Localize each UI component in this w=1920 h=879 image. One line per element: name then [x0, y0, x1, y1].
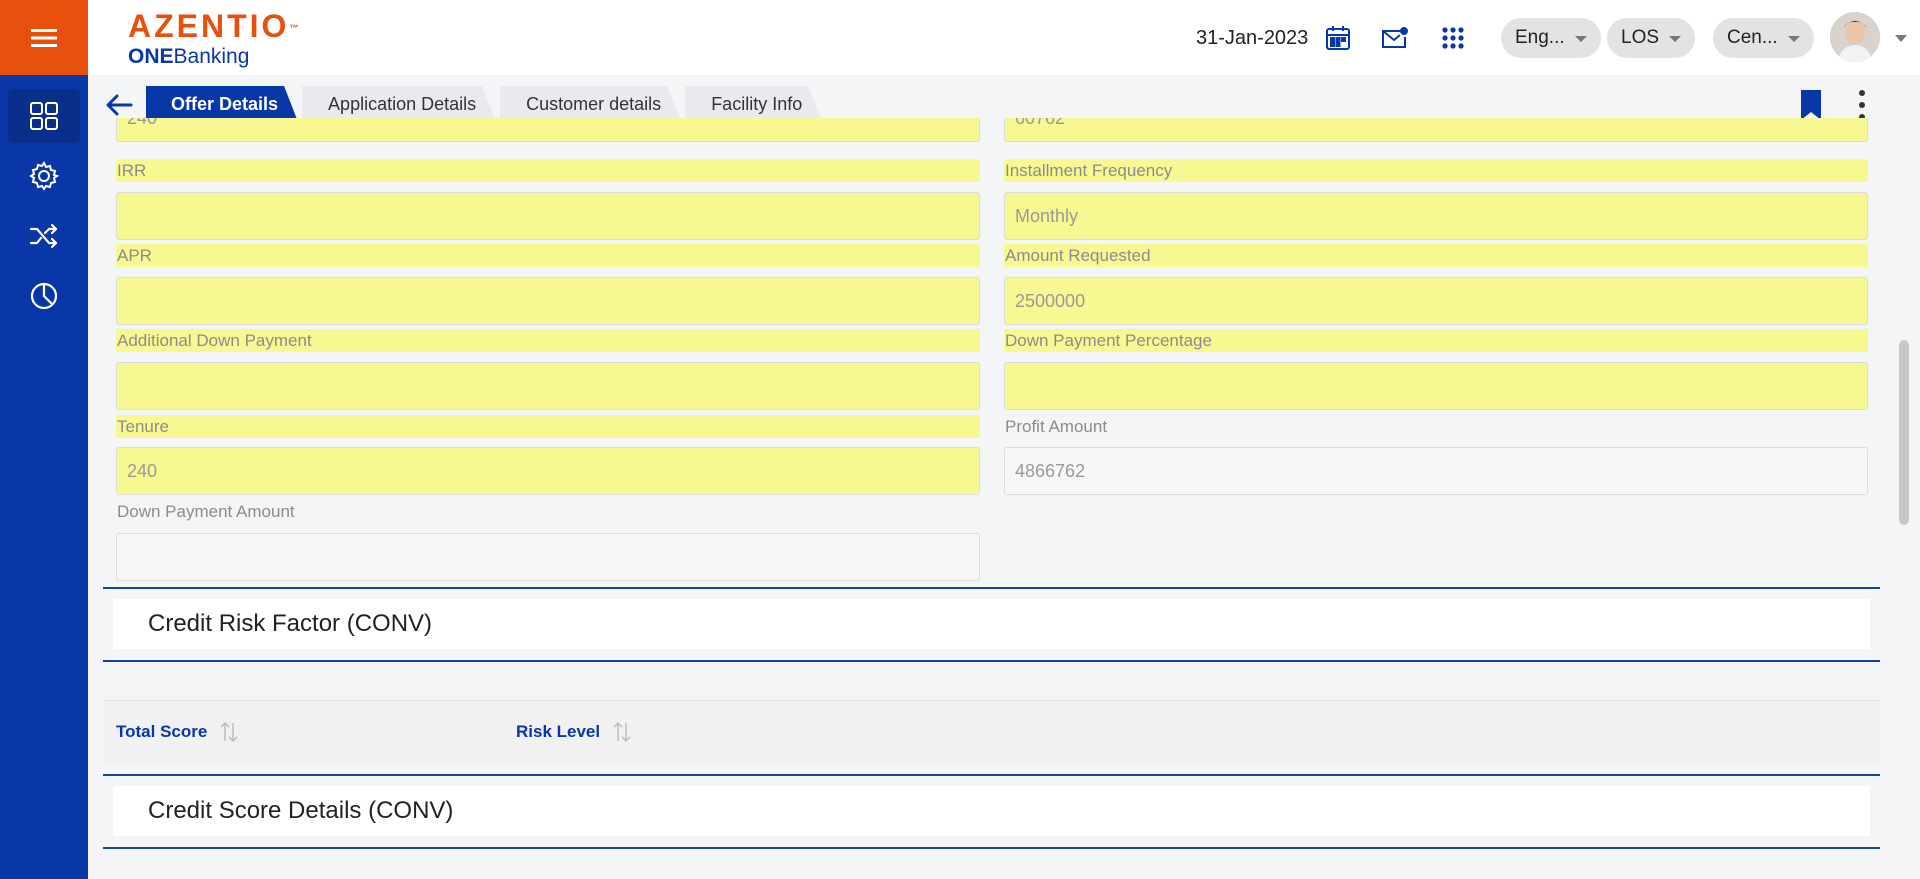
language-dropdown[interactable]: Eng... [1501, 18, 1601, 58]
irr-label: IRR [116, 159, 980, 182]
profit-amount-field[interactable] [1004, 447, 1868, 495]
more-options-button[interactable] [1848, 88, 1876, 122]
azentio-logo: AZENTIO™ ONEBanking [128, 10, 298, 68]
apps-button[interactable] [1438, 23, 1468, 53]
module-value: LOS [1621, 27, 1660, 48]
bookmark-icon [1801, 90, 1821, 120]
nav-dashboard[interactable] [8, 89, 80, 143]
more-vertical-icon [1859, 90, 1865, 96]
language-value: Eng... [1515, 27, 1565, 48]
business-date: 31-Jan-2023 [1196, 27, 1309, 49]
apr-label: APR [116, 244, 980, 267]
calendar-button[interactable] [1323, 23, 1353, 53]
installment-frequency-field[interactable] [1004, 192, 1868, 240]
arrow-left-icon [106, 94, 133, 116]
chevron-down-icon [1787, 36, 1800, 42]
branch-dropdown[interactable]: Cen... [1713, 18, 1814, 58]
trademark: ™ [289, 23, 299, 33]
amount-requested-label: Amount Requested [1004, 244, 1868, 267]
tenure-field[interactable] [116, 447, 980, 495]
profit-amount-label: Profit Amount [1005, 417, 1108, 436]
gear-icon [29, 161, 59, 191]
top-header: AZENTIO™ ONEBanking 31-Jan-2023 Eng... L… [88, 0, 1920, 75]
down-payment-amount-field[interactable] [116, 533, 980, 581]
tab-facility-info[interactable]: Facility Info [685, 86, 822, 122]
top-right-field[interactable] [1004, 118, 1868, 142]
credit-score-details-title: Credit Score Details (CONV) [113, 786, 1870, 836]
left-nav-rail [0, 0, 88, 879]
hamburger-menu-button[interactable] [0, 0, 88, 75]
column-risk-level[interactable]: Risk Level [516, 721, 632, 743]
tab-customer-details[interactable]: Customer details [500, 86, 681, 122]
module-dropdown[interactable]: LOS [1607, 18, 1696, 58]
chevron-down-icon [1669, 36, 1682, 42]
sort-icon [613, 721, 631, 743]
down-payment-amount-label: Down Payment Amount [117, 502, 295, 521]
column-total-score-label: Total Score [116, 722, 208, 741]
bookmark-button[interactable] [1799, 89, 1823, 121]
user-menu-chevron-icon[interactable] [1895, 35, 1907, 42]
tenure-label: Tenure [116, 415, 980, 438]
amount-requested-field[interactable] [1004, 277, 1868, 325]
calendar-icon [1326, 26, 1350, 50]
installment-frequency-label: Installment Frequency [1004, 159, 1868, 182]
mail-button[interactable] [1379, 23, 1409, 53]
credit-risk-factor-section[interactable]: Credit Risk Factor (CONV) [103, 587, 1880, 662]
risk-table-header: Total Score Risk Level [103, 700, 1880, 763]
user-avatar[interactable] [1830, 12, 1880, 62]
credit-risk-factor-title: Credit Risk Factor (CONV) [113, 599, 1870, 649]
page-scrollbar[interactable] [1899, 340, 1909, 525]
column-risk-level-label: Risk Level [516, 722, 601, 741]
column-total-score[interactable]: Total Score [116, 721, 239, 743]
down-payment-percentage-label: Down Payment Percentage [1004, 329, 1868, 352]
branch-value: Cen... [1727, 27, 1778, 48]
credit-score-details-section[interactable]: Credit Score Details (CONV) [103, 774, 1880, 849]
additional-down-payment-label: Additional Down Payment [116, 329, 980, 352]
sort-icon [220, 721, 238, 743]
nav-workflow[interactable] [8, 209, 80, 263]
offer-details-form: IRR Installment Frequency APR Amount Req… [103, 118, 1880, 879]
user-photo-icon [1830, 12, 1880, 62]
brand-banking: Banking [173, 45, 250, 68]
tab-application-details[interactable]: Application Details [302, 86, 496, 122]
pie-chart-icon [30, 282, 58, 310]
brand-name: AZENTIO [128, 8, 290, 44]
apps-grid-icon [1442, 27, 1464, 49]
brand-one: ONE [128, 45, 174, 68]
tab-offer-details[interactable]: Offer Details [146, 86, 298, 122]
back-button[interactable] [100, 88, 138, 122]
hamburger-menu-icon [31, 28, 57, 47]
apr-field[interactable] [116, 277, 980, 325]
top-left-field[interactable] [116, 118, 980, 142]
nav-settings[interactable] [8, 149, 80, 203]
dashboard-grid-icon [30, 102, 58, 130]
shuffle-icon [29, 223, 58, 249]
additional-down-payment-field[interactable] [116, 362, 980, 410]
irr-field[interactable] [116, 192, 980, 240]
mail-notification-icon [1382, 27, 1408, 48]
down-payment-percentage-field[interactable] [1004, 362, 1868, 410]
chevron-down-icon [1574, 36, 1587, 42]
nav-reports[interactable] [8, 269, 80, 323]
